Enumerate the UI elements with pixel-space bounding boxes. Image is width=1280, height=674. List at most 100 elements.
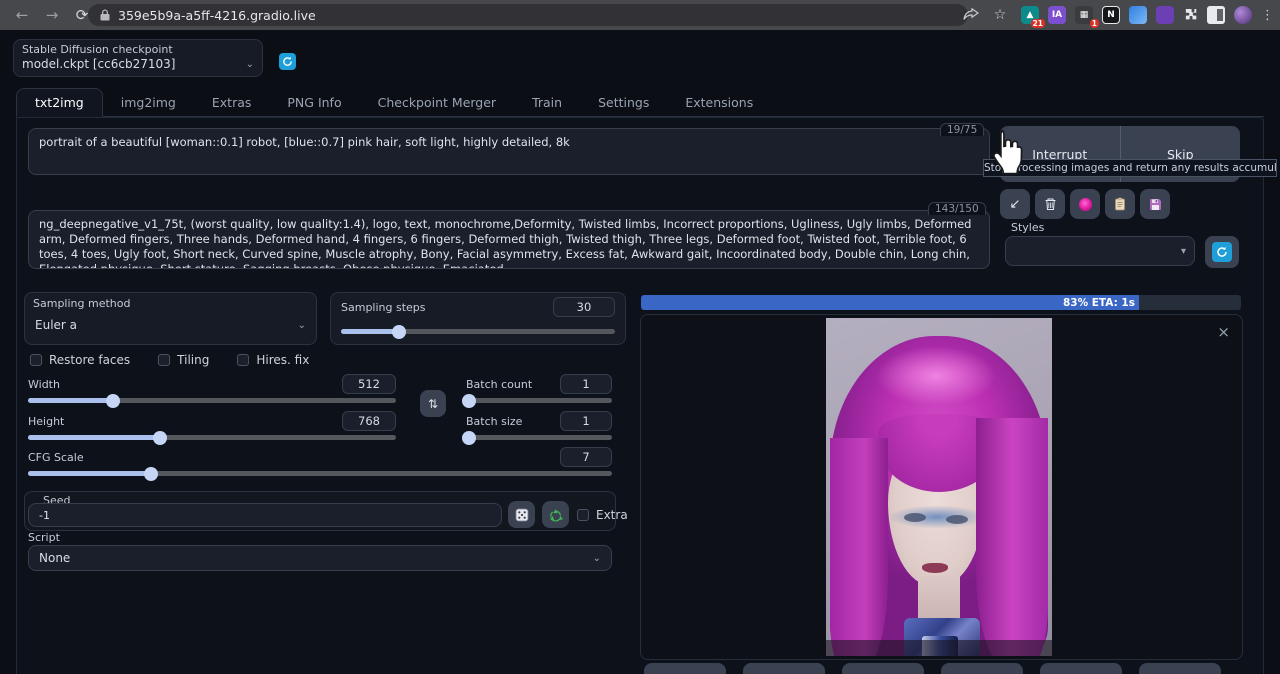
styles-refresh-button[interactable]	[1205, 236, 1239, 268]
profile-avatar[interactable]	[1234, 6, 1252, 24]
paste-generation-params-button[interactable]: ↙	[1000, 189, 1030, 219]
cfg-scale-label: CFG Scale	[28, 451, 84, 464]
chevron-down-icon: ⌄	[593, 553, 601, 564]
height-block: Height 768	[28, 411, 396, 440]
reuse-seed-button[interactable]	[542, 501, 569, 528]
mouse-cursor-pointer	[988, 128, 1026, 174]
tab-extras[interactable]: Extras	[194, 89, 270, 116]
gallery-action-button[interactable]	[842, 663, 924, 674]
generated-image-preview[interactable]	[826, 318, 1052, 656]
browser-back-button[interactable]: ←	[10, 6, 34, 24]
extension-icon-ia[interactable]: IA	[1048, 6, 1066, 24]
script-select[interactable]: None ⌄	[28, 545, 612, 571]
main-tab-bar: txt2img img2img Extras PNG Info Checkpoi…	[16, 90, 1264, 117]
extension-icon-purple[interactable]	[1156, 6, 1174, 24]
tab-img2img[interactable]: img2img	[103, 89, 194, 116]
browser-menu-icon[interactable]: ⋮	[1261, 8, 1274, 23]
slider-handle[interactable]	[392, 325, 406, 339]
height-input[interactable]: 768	[342, 411, 396, 431]
hires-fix-checkbox[interactable]: Hires. fix	[237, 353, 309, 367]
negative-prompt-textarea[interactable]: ng_deepnegative_v1_75t, (worst quality, …	[28, 210, 990, 269]
sampling-steps-slider[interactable]	[341, 329, 615, 334]
prompt-token-counter: 19/75	[940, 123, 984, 136]
chevron-down-icon: ⌄	[246, 59, 254, 70]
address-bar[interactable]: 359e5b9a-a5ff-4216.gradio.live	[88, 4, 968, 26]
extension-icon-2[interactable]: ▦1	[1075, 6, 1093, 24]
slider-handle[interactable]	[106, 394, 120, 408]
tab-png-info[interactable]: PNG Info	[269, 89, 359, 116]
batch-size-input[interactable]: 1	[560, 411, 612, 431]
sampling-method-block: Sampling method Euler a ⌄	[24, 292, 317, 345]
tab-checkpoint-merger[interactable]: Checkpoint Merger	[360, 89, 514, 116]
tab-train[interactable]: Train	[514, 89, 580, 116]
seed-input[interactable]: -1	[28, 503, 502, 527]
width-input[interactable]: 512	[342, 374, 396, 394]
script-value: None	[39, 551, 70, 565]
extension-badge-2: 1	[1090, 19, 1099, 28]
styles-select[interactable]: ▾	[1005, 236, 1195, 266]
tab-txt2img[interactable]: txt2img	[16, 88, 103, 117]
slider-handle[interactable]	[462, 394, 476, 408]
slider-handle[interactable]	[153, 431, 167, 445]
toggles-row: Restore faces Tiling Hires. fix	[30, 353, 309, 367]
gallery-action-button[interactable]	[644, 663, 726, 674]
extra-seed-checkbox[interactable]: Extra	[577, 508, 628, 522]
extra-seed-label: Extra	[596, 508, 628, 522]
checkpoint-selector[interactable]: Stable Diffusion checkpoint model.ckpt […	[13, 39, 263, 77]
extra-networks-button[interactable]	[1070, 189, 1100, 219]
batch-size-slider[interactable]	[466, 435, 612, 440]
trash-icon	[1044, 197, 1057, 211]
gallery-action-button[interactable]	[1139, 663, 1221, 674]
width-block: Width 512	[28, 374, 396, 403]
tab-settings[interactable]: Settings	[580, 89, 667, 116]
share-icon[interactable]	[963, 8, 979, 22]
negative-prompt-token-counter: 143/150	[928, 202, 986, 215]
skip-tooltip: Stop processing images and return any re…	[983, 159, 1277, 177]
tab-extensions[interactable]: Extensions	[667, 89, 771, 116]
sidebar-panel-icon[interactable]	[1207, 6, 1225, 24]
width-slider[interactable]	[28, 398, 396, 403]
clear-prompt-button[interactable]	[1035, 189, 1065, 219]
save-style-button[interactable]	[1140, 189, 1170, 219]
slider-handle[interactable]	[144, 467, 158, 481]
extensions-puzzle-icon[interactable]	[1183, 8, 1198, 23]
extension-icon-1[interactable]: ▲21	[1021, 6, 1039, 24]
image-preview-panel: ×	[640, 314, 1243, 660]
restore-faces-label: Restore faces	[49, 353, 130, 367]
random-seed-button[interactable]	[508, 501, 535, 528]
extension-icon-image[interactable]	[1129, 6, 1147, 24]
swap-width-height-button[interactable]: ⇅	[420, 390, 446, 417]
width-label: Width	[28, 378, 60, 391]
gallery-action-button[interactable]	[941, 663, 1023, 674]
gallery-action-button[interactable]	[743, 663, 825, 674]
slider-handle[interactable]	[462, 431, 476, 445]
browser-toolbar: ← → ⟳ 359e5b9a-a5ff-4216.gradio.live ☆ ▲…	[0, 0, 1280, 30]
batch-count-input[interactable]: 1	[560, 374, 612, 394]
extension-icon-n[interactable]: N	[1102, 6, 1120, 24]
script-label: Script	[28, 531, 60, 544]
apply-styles-button[interactable]	[1105, 189, 1135, 219]
recycle-icon	[548, 508, 563, 522]
url-text: 359e5b9a-a5ff-4216.gradio.live	[118, 8, 316, 23]
batch-size-block: Batch size 1	[466, 411, 612, 440]
tiling-checkbox[interactable]: Tiling	[158, 353, 209, 367]
clipboard-icon	[1114, 197, 1126, 211]
restore-faces-checkbox[interactable]: Restore faces	[30, 353, 130, 367]
bookmark-star-icon[interactable]: ☆	[988, 7, 1012, 23]
cfg-scale-slider[interactable]	[28, 471, 612, 476]
checkpoint-refresh-button[interactable]	[279, 53, 296, 70]
prompt-textarea[interactable]: portrait of a beautiful [woman::0.1] rob…	[28, 128, 990, 175]
sampling-method-select[interactable]: Euler a ⌄	[33, 312, 308, 338]
tiling-label: Tiling	[177, 353, 209, 367]
sampling-steps-input[interactable]: 30	[553, 297, 615, 317]
batch-count-slider[interactable]	[466, 398, 612, 403]
dice-icon	[515, 508, 529, 522]
cfg-scale-input[interactable]: 7	[560, 447, 612, 467]
browser-forward-button[interactable]: →	[40, 6, 64, 24]
height-slider[interactable]	[28, 435, 396, 440]
gallery-action-button[interactable]	[1040, 663, 1122, 674]
extra-networks-card-icon	[1079, 198, 1092, 211]
batch-size-label: Batch size	[466, 415, 522, 428]
checkpoint-value: model.ckpt [cc6cb27103]	[22, 57, 175, 71]
close-preview-icon[interactable]: ×	[1217, 323, 1230, 341]
